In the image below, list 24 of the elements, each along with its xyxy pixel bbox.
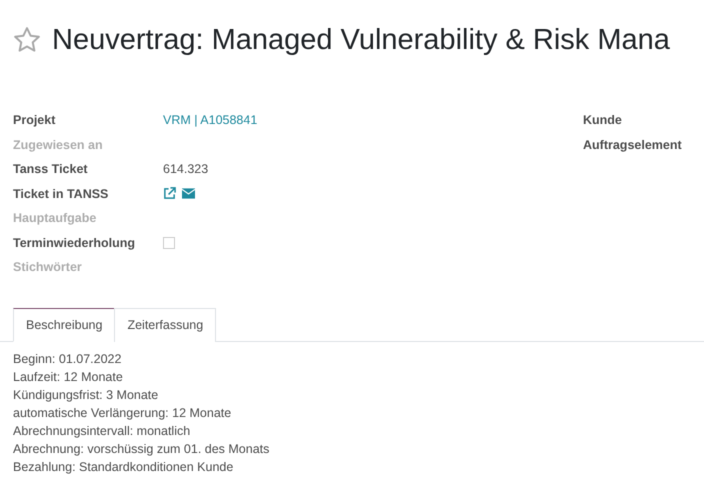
description-line: Bezahlung: Standardkonditionen Kunde: [13, 460, 234, 474]
field-label: Tanss Ticket: [13, 162, 89, 176]
field-label: Auftragselement: [583, 138, 683, 152]
description-line: Kündigungsfrist: 3 Monate: [13, 388, 160, 402]
field-value: 614.323: [163, 162, 208, 176]
description-line: Abrechnung: vorschüssig zum 01. des Monats: [13, 442, 270, 456]
field-label: Projekt: [13, 113, 56, 128]
tab[interactable]: Beschreibung: [13, 308, 116, 342]
field-label: Terminwiederholung: [13, 236, 136, 250]
project-link[interactable]: VRM | A1058841: [163, 113, 258, 128]
field-label: Zugewiesen an: [13, 138, 104, 152]
description-line: automatische Verlängerung: 12 Monate: [13, 406, 232, 420]
envelope-icon[interactable]: [182, 187, 195, 200]
field-label: Kunde: [583, 113, 623, 128]
description-line: Beginn: 01.07.2022: [13, 352, 122, 366]
checkbox[interactable]: [163, 236, 175, 249]
external-link-icon[interactable]: [163, 187, 176, 200]
field-label: Ticket in TANSS: [13, 186, 110, 201]
field-label: Stichwörter: [13, 260, 83, 274]
tab[interactable]: Zeiterfassung: [114, 308, 216, 342]
field-label: Hauptaufgabe: [13, 211, 98, 226]
description-line: Laufzeit: 12 Monate: [13, 370, 124, 384]
description-line: Abrechnungsintervall: monatlich: [13, 424, 192, 438]
record-title: Neuvertrag: Managed Vulnerability & Risk Mana: [52, 24, 670, 56]
